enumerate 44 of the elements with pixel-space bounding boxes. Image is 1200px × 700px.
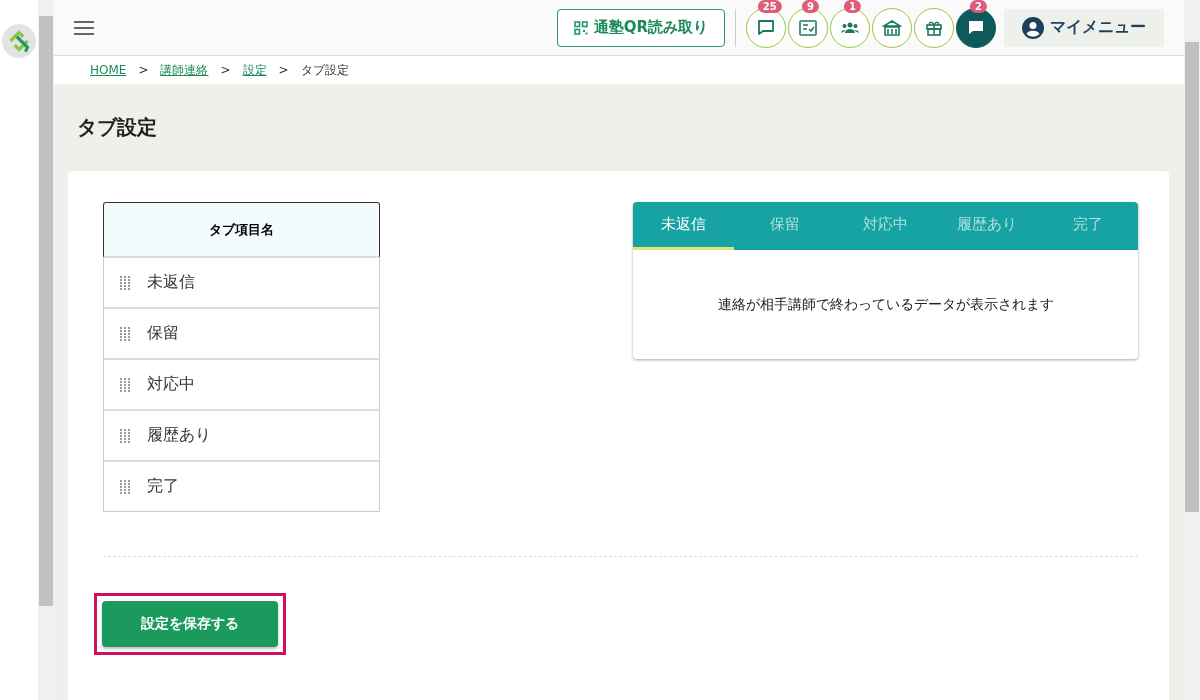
notification-badge: 2	[969, 0, 987, 13]
tab[interactable]: 未返信	[633, 202, 734, 250]
tab-item-name: 対応中	[147, 374, 195, 395]
drag-handle-icon[interactable]	[120, 479, 131, 494]
notification-badge: 1	[843, 0, 861, 13]
tab-item-name: 保留	[147, 323, 179, 344]
tab-item-name: 履歴あり	[147, 425, 211, 446]
draggable-row[interactable]: 未返信	[104, 256, 379, 307]
breadcrumb-link[interactable]: 講師連絡	[160, 61, 209, 79]
toolbar-icon-button[interactable]	[914, 7, 954, 48]
scrollbar[interactable]	[1184, 0, 1200, 700]
qr-scan-button[interactable]: 通塾QR読み取り	[556, 8, 725, 47]
breadcrumb-link[interactable]: 設定	[242, 61, 267, 79]
drag-handle-icon[interactable]	[120, 326, 131, 341]
building-icon	[882, 17, 902, 38]
drag-handle-icon[interactable]	[120, 275, 131, 290]
breadcrumb-current: タブ設定	[300, 61, 349, 79]
draggable-row[interactable]: 履歴あり	[104, 409, 379, 460]
breadcrumb-link[interactable]: HOME	[90, 63, 127, 77]
save-settings-button[interactable]: 設定を保存する	[102, 601, 278, 647]
breadcrumb-separator: >	[278, 63, 289, 77]
my-menu-button[interactable]: マイメニュー	[1004, 8, 1164, 47]
scrollbar[interactable]	[38, 0, 54, 700]
user-icon	[1022, 16, 1044, 39]
notification-badge: 25	[757, 0, 782, 13]
checklist-icon	[798, 17, 818, 38]
drag-handle-icon[interactable]	[120, 377, 131, 392]
breadcrumb-separator: >	[220, 63, 231, 77]
tab-item-name: 未返信	[147, 272, 195, 293]
qr-code-icon	[573, 20, 588, 35]
tab-item-name: 完了	[147, 476, 179, 497]
tab-description: 連絡が相手講師で終わっているデータが表示されます	[716, 294, 1055, 314]
drag-handle-icon[interactable]	[120, 428, 131, 443]
toolbar-icon-button[interactable]	[872, 7, 912, 48]
app-logo[interactable]	[2, 24, 36, 58]
draggable-row[interactable]: 対応中	[104, 358, 379, 409]
notification-badge: 9	[801, 0, 819, 13]
table-header: タブ項目名	[103, 202, 380, 257]
menu-icon[interactable]	[74, 19, 94, 36]
page-title: タブ設定	[77, 114, 158, 141]
chat-icon	[756, 17, 776, 38]
draggable-row[interactable]: 保留	[104, 307, 379, 358]
draggable-row[interactable]: 完了	[104, 460, 379, 511]
breadcrumb-separator: >	[138, 63, 149, 77]
